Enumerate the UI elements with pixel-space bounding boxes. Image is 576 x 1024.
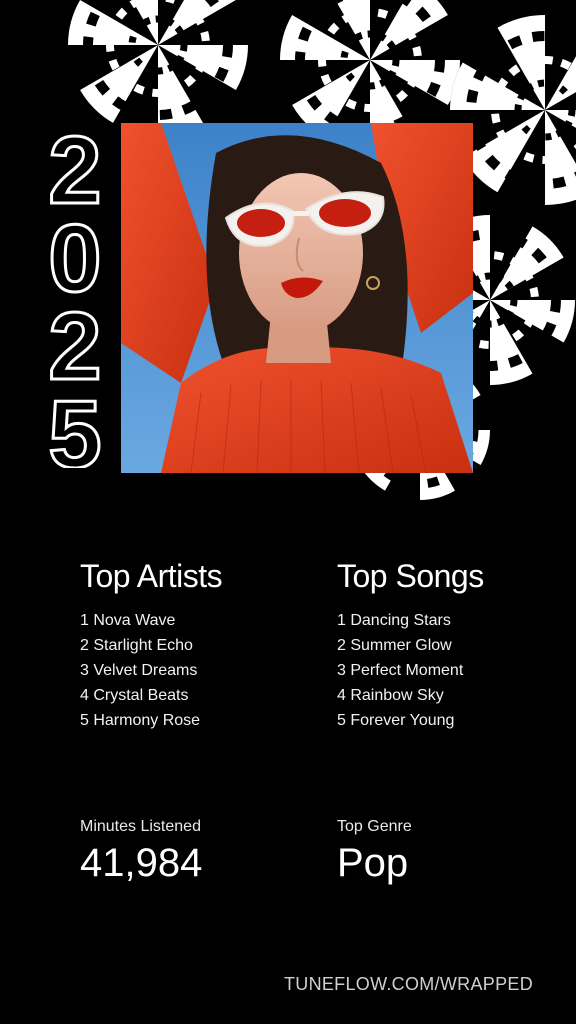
top-songs-list: 1 Dancing Stars 2 Summer Glow 3 Perfect … xyxy=(337,608,557,733)
artist-item: 1 Nova Wave xyxy=(80,612,176,629)
top-genre-label: Top Genre xyxy=(337,818,412,835)
song-item: 4 Rainbow Sky xyxy=(337,687,444,704)
top-genre-stat: Top Genre Pop xyxy=(337,817,412,887)
song-item: 5 Forever Young xyxy=(337,712,455,729)
artist-item: 4 Crystal Beats xyxy=(80,687,189,704)
minutes-listened-stat: Minutes Listened 41,984 xyxy=(80,817,202,887)
top-songs-heading: Top Songs xyxy=(337,558,484,594)
top-artists-section: Top Artists 1 Nova Wave 2 Starlight Echo… xyxy=(80,556,300,733)
minutes-listened-label: Minutes Listened xyxy=(80,818,201,835)
top-artists-heading: Top Artists xyxy=(80,558,223,594)
year-digit: 5 xyxy=(48,381,101,468)
artist-item: 3 Velvet Dreams xyxy=(80,662,198,679)
top-genre-value: Pop xyxy=(337,841,409,885)
song-item: 2 Summer Glow xyxy=(337,637,452,654)
song-item: 1 Dancing Stars xyxy=(337,612,451,629)
footer-url-link[interactable]: TUNEFLOW.COM/WRAPPED xyxy=(284,974,533,995)
song-item: 3 Perfect Moment xyxy=(337,662,464,679)
cover-photo xyxy=(121,123,473,473)
minutes-listened-value: 41,984 xyxy=(80,841,203,885)
top-songs-section: Top Songs 1 Dancing Stars 2 Summer Glow … xyxy=(337,556,557,733)
top-artists-list: 1 Nova Wave 2 Starlight Echo 3 Velvet Dr… xyxy=(80,608,300,733)
year-outline: 2 025 xyxy=(47,123,103,468)
checkered-circle-icon xyxy=(68,0,248,135)
artist-item: 5 Harmony Rose xyxy=(80,712,201,729)
artist-item: 2 Starlight Echo xyxy=(80,637,193,654)
